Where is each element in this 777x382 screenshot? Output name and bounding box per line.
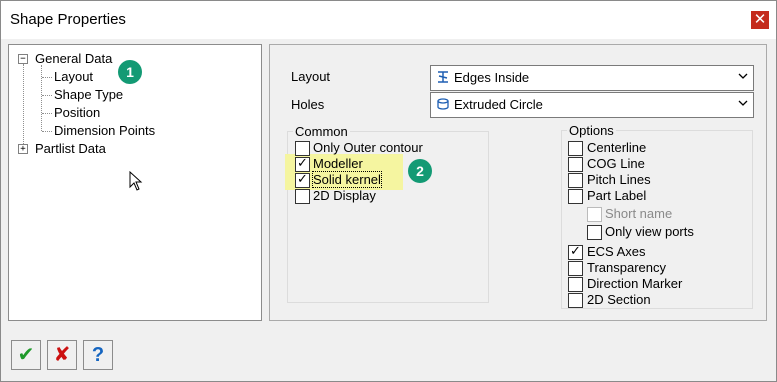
step-badge-2: 2 — [408, 159, 432, 183]
tree-item-dimension-points[interactable]: Dimension Points — [54, 123, 155, 138]
common-group-title: Common — [293, 124, 350, 139]
centerline-label: Centerline — [587, 140, 647, 155]
shape-properties-dialog: Shape Properties ✕ − General Data Layout… — [0, 0, 777, 382]
tree-guide-line — [42, 77, 52, 78]
holes-label: Holes — [291, 97, 325, 112]
cog-line-label: COG Line — [587, 156, 645, 171]
tree-guide-line — [42, 131, 52, 132]
cog-line-checkbox[interactable] — [568, 157, 583, 172]
tree-guide-line — [42, 95, 52, 96]
checkmark-icon: ✓ — [297, 155, 308, 170]
checkmark-icon: ✓ — [297, 171, 308, 186]
layout-value: Edges Inside — [454, 70, 530, 85]
modeller-label: Modeller — [313, 156, 363, 171]
tree-guide-line — [23, 64, 24, 146]
2d-display-label: 2D Display — [313, 188, 376, 203]
tree-item-general-data[interactable]: General Data — [35, 51, 112, 66]
ok-button[interactable]: ✔ — [11, 340, 41, 370]
holes-value: Extruded Circle — [454, 97, 543, 112]
tree-item-shape-type[interactable]: Shape Type — [54, 87, 123, 102]
holes-dropdown[interactable]: Extruded Circle — [430, 92, 754, 118]
part-label-checkbox[interactable] — [568, 189, 583, 204]
title-bar: Shape Properties ✕ — [1, 1, 776, 39]
pitch-lines-checkbox[interactable] — [568, 173, 583, 188]
edges-inside-icon — [438, 71, 448, 83]
tree-item-layout[interactable]: Layout — [54, 69, 93, 84]
checkmark-icon: ✔ — [17, 344, 35, 366]
centerline-checkbox[interactable] — [568, 141, 583, 156]
close-icon: ✕ — [753, 11, 767, 28]
modeller-checkbox[interactable]: ✓ — [295, 155, 310, 172]
solid-kernel-label: Solid kernel — [312, 171, 382, 188]
transparency-label: Transparency — [587, 260, 666, 275]
step-badge-1: 1 — [118, 60, 142, 84]
dialog-title: Shape Properties — [10, 11, 126, 28]
only-outer-contour-checkbox[interactable] — [295, 141, 310, 156]
chevron-down-icon — [738, 73, 748, 79]
direction-marker-label: Direction Marker — [587, 276, 683, 291]
tree-item-partlist-data[interactable]: Partlist Data — [35, 141, 106, 156]
solid-kernel-checkbox[interactable]: ✓ — [295, 171, 310, 188]
checkmark-icon: ✓ — [570, 243, 581, 258]
direction-marker-checkbox[interactable] — [568, 277, 583, 292]
collapse-icon[interactable]: − — [18, 54, 28, 64]
short-name-label: Short name — [605, 206, 673, 221]
help-button[interactable]: ? — [83, 340, 113, 370]
layout-label: Layout — [291, 69, 331, 84]
only-outer-contour-label: Only Outer contour — [313, 140, 423, 155]
only-view-ports-label: Only view ports — [605, 224, 694, 239]
2d-display-checkbox[interactable] — [295, 189, 310, 204]
layout-dropdown[interactable]: Edges Inside — [430, 65, 754, 91]
chevron-down-icon — [738, 100, 748, 106]
tree-item-position[interactable]: Position — [54, 105, 100, 120]
help-icon: ? — [91, 344, 105, 366]
2d-section-checkbox[interactable] — [568, 293, 583, 308]
ecs-axes-label: ECS Axes — [587, 244, 646, 259]
mouse-cursor-icon — [129, 171, 143, 191]
transparency-checkbox[interactable] — [568, 261, 583, 276]
extruded-circle-icon — [437, 98, 449, 110]
tree-guide-line — [41, 65, 42, 131]
only-view-ports-checkbox[interactable] — [587, 225, 602, 240]
ecs-axes-checkbox[interactable]: ✓ — [568, 243, 583, 260]
expand-icon[interactable]: + — [18, 144, 28, 154]
tree-guide-line — [42, 113, 52, 114]
cancel-x-icon: ✘ — [53, 344, 71, 366]
short-name-checkbox[interactable] — [587, 207, 602, 222]
2d-section-label: 2D Section — [587, 292, 651, 307]
close-button[interactable]: ✕ — [751, 11, 769, 29]
pitch-lines-label: Pitch Lines — [587, 172, 651, 187]
part-label-label: Part Label — [587, 188, 647, 203]
options-group-title: Options — [567, 123, 616, 138]
cancel-button[interactable]: ✘ — [47, 340, 77, 370]
